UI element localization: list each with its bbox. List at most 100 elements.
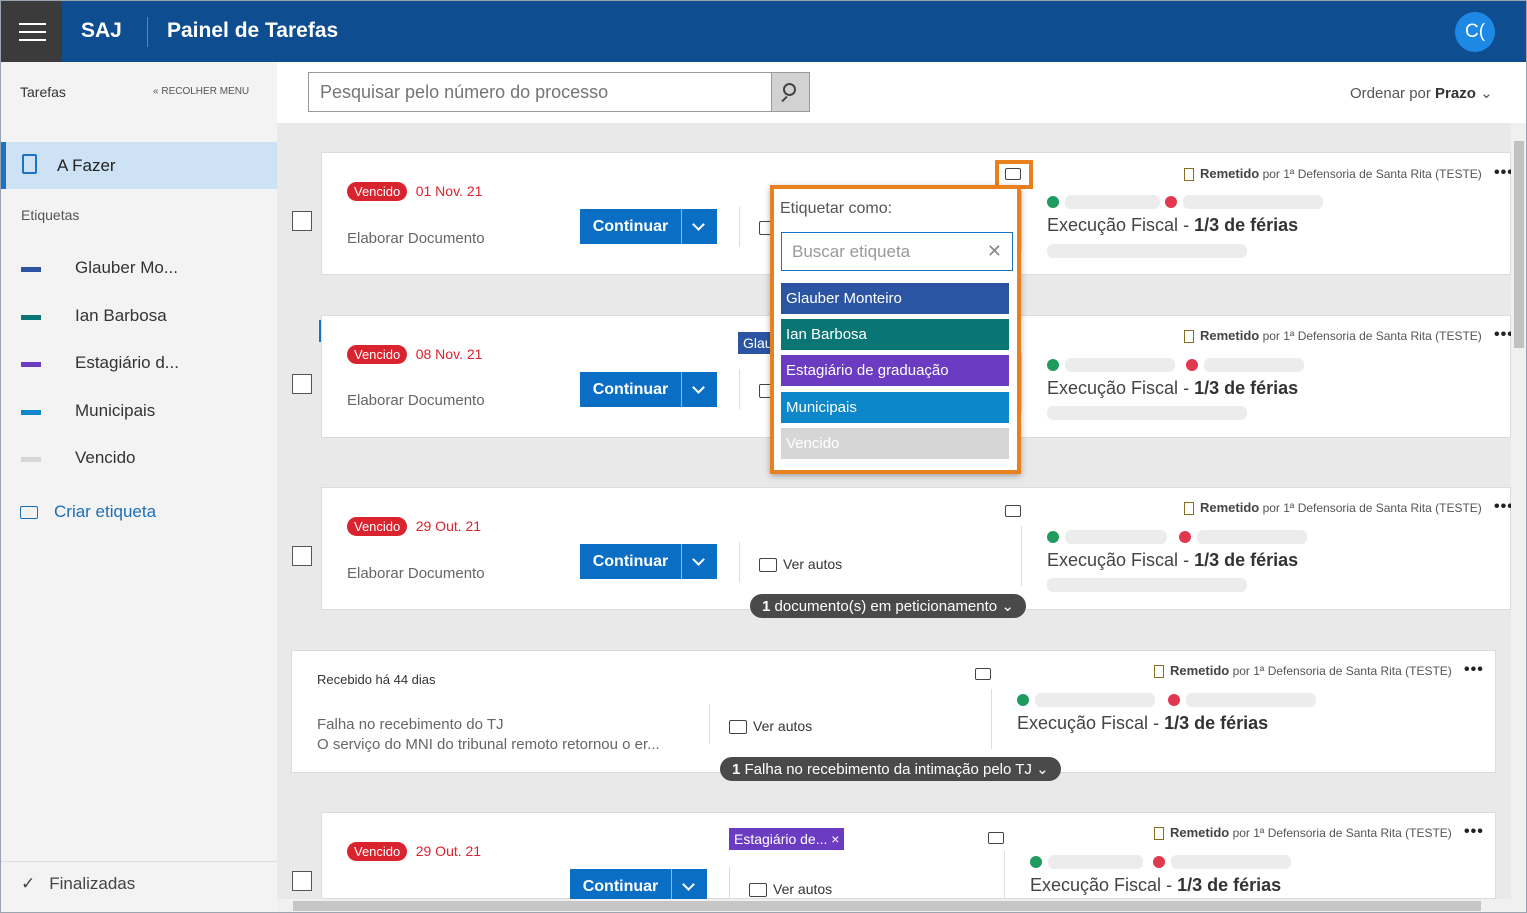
- remove-icon[interactable]: [1165, 196, 1177, 208]
- continue-button[interactable]: Continuar: [580, 209, 681, 244]
- continue-dropdown-button[interactable]: [671, 869, 707, 899]
- add-tag-icon[interactable]: [1005, 505, 1021, 517]
- chevron-down-icon: ⌄: [1480, 85, 1493, 102]
- horizontal-scrollbar[interactable]: [277, 899, 1526, 912]
- add-icon[interactable]: [1047, 359, 1059, 371]
- task-action: Elaborar Documento: [347, 392, 485, 409]
- more-options-icon[interactable]: •••: [1464, 661, 1484, 679]
- redacted-field: [1186, 693, 1316, 707]
- remetido-info: Remetido por 1ª Defensoria de Santa Rita…: [1154, 825, 1452, 841]
- task-checkbox[interactable]: [292, 871, 312, 891]
- failure-title: Falha no recebimento do TJ: [317, 716, 504, 733]
- create-tag-button[interactable]: Criar etiqueta: [20, 502, 156, 522]
- process-class: Execução Fiscal - 1/3 de férias: [1047, 378, 1299, 398]
- sidebar-tag-ian[interactable]: Ian Barbosa: [1, 297, 277, 337]
- peticionamento-pill[interactable]: 1 documento(s) em peticionamento ⌄: [750, 594, 1026, 618]
- add-icon[interactable]: [1030, 856, 1042, 868]
- remetido-info: Remetido por 1ª Defensoria de Santa Rita…: [1184, 166, 1482, 182]
- sidebar-divider: [1, 861, 277, 862]
- process-class: Execução Fiscal - 1/3 de férias: [1030, 875, 1282, 895]
- tag-option-municipais[interactable]: Municipais: [781, 392, 1009, 423]
- continue-dropdown-button[interactable]: [681, 209, 717, 244]
- redacted-field: [1047, 406, 1247, 420]
- sidebar-tag-municipais[interactable]: Municipais: [1, 392, 277, 432]
- add-tag-icon[interactable]: [988, 832, 1004, 844]
- tag-option-vencido[interactable]: Vencido: [781, 428, 1009, 459]
- app-brand[interactable]: SAJ: [81, 19, 122, 43]
- search-input[interactable]: [308, 72, 772, 112]
- tag-option-estagiario[interactable]: Estagiário de graduação: [781, 355, 1009, 386]
- avatar[interactable]: C(: [1455, 12, 1495, 52]
- sidebar-tag-vencido[interactable]: Vencido: [1, 439, 277, 479]
- folder-icon: [759, 557, 777, 572]
- status-badge: Vencido: [347, 182, 408, 201]
- add-tag-icon: [1005, 168, 1021, 180]
- task-checkbox[interactable]: [292, 546, 312, 566]
- received-label: Recebido há 44 dias: [317, 672, 436, 687]
- continue-button[interactable]: Continuar: [580, 544, 681, 579]
- close-icon[interactable]: ×: [831, 831, 839, 847]
- divider: [739, 542, 740, 582]
- continue-dropdown-button[interactable]: [681, 372, 717, 407]
- remove-icon[interactable]: [1153, 856, 1165, 868]
- remetido-info: Remetido por 1ª Defensoria de Santa Rita…: [1184, 328, 1482, 344]
- continue-button[interactable]: Continuar: [580, 372, 681, 407]
- intimacao-failure-pill[interactable]: 1 Falha no recebimento da intimação pelo…: [720, 757, 1061, 781]
- tag-chip[interactable]: Glau: [738, 332, 774, 354]
- due-date: 08 Nov. 21: [415, 346, 483, 362]
- collapse-menu-button[interactable]: « RECOLHER MENU: [153, 86, 249, 97]
- chevron-down-icon: [692, 381, 705, 394]
- tags-section-title: Etiquetas: [21, 207, 80, 223]
- document-icon: [1184, 502, 1194, 516]
- search-icon: [783, 83, 796, 96]
- continue-button[interactable]: Continuar: [570, 869, 671, 899]
- process-class: Execução Fiscal - 1/3 de férias: [1047, 215, 1299, 235]
- redacted-field: [1047, 578, 1247, 592]
- add-icon[interactable]: [1047, 531, 1059, 543]
- tag-option-glauber[interactable]: Glauber Monteiro: [781, 283, 1009, 314]
- due-date: 01 Nov. 21: [415, 183, 483, 199]
- sidebar-tag-glauber[interactable]: Glauber Mo...: [1, 249, 277, 289]
- clear-icon[interactable]: ✕: [987, 241, 1002, 262]
- chevron-down-icon: ⌄: [1001, 598, 1014, 615]
- sidebar-item-a-fazer[interactable]: A Fazer: [1, 142, 277, 189]
- sidebar: [1, 62, 277, 912]
- tag-search-input[interactable]: Buscar etiqueta ✕: [781, 232, 1013, 271]
- continue-dropdown-button[interactable]: [681, 544, 717, 579]
- tag-color-bar: [21, 362, 41, 367]
- view-records-link[interactable]: Ver autos: [749, 881, 832, 899]
- document-icon: [1184, 168, 1194, 182]
- search-button[interactable]: [771, 72, 810, 112]
- header-divider: [147, 17, 148, 47]
- process-class: Execução Fiscal - 1/3 de férias: [1047, 550, 1299, 570]
- sidebar-tag-estagiario[interactable]: Estagiário d...: [1, 344, 277, 384]
- popover-title: Etiquetar como:: [780, 200, 893, 217]
- more-options-icon[interactable]: •••: [1464, 823, 1484, 841]
- tag-chip[interactable]: Estagiário de... ×: [729, 828, 845, 850]
- remove-icon[interactable]: [1186, 359, 1198, 371]
- due-date: 29 Out. 21: [415, 518, 482, 534]
- remove-icon[interactable]: [1179, 531, 1191, 543]
- remove-icon[interactable]: [1168, 694, 1180, 706]
- due-date: 29 Out. 21: [415, 843, 482, 859]
- hamburger-menu-icon[interactable]: [1, 1, 62, 62]
- document-icon: [1154, 665, 1164, 679]
- task-checkbox[interactable]: [292, 211, 312, 231]
- task-checkbox[interactable]: [292, 374, 312, 394]
- sidebar-item-finalizadas[interactable]: ✓ Finalizadas: [21, 874, 135, 894]
- view-records-link[interactable]: Ver autos: [759, 556, 842, 574]
- redacted-field: [1048, 855, 1143, 869]
- vertical-scrollbar[interactable]: [1511, 123, 1526, 899]
- redacted-field: [1204, 358, 1304, 372]
- redacted-field: [1065, 530, 1167, 544]
- folder-icon: [729, 719, 747, 734]
- sidebar-title: Tarefas: [20, 84, 66, 100]
- bookmark-icon: [22, 154, 37, 174]
- tag-option-ian[interactable]: Ian Barbosa: [781, 319, 1009, 350]
- add-tag-icon[interactable]: [975, 668, 991, 680]
- sort-dropdown[interactable]: Ordenar por Prazo ⌄: [1350, 84, 1493, 102]
- add-icon[interactable]: [1047, 196, 1059, 208]
- divider: [1021, 526, 1022, 586]
- add-icon[interactable]: [1017, 694, 1029, 706]
- view-records-link[interactable]: Ver autos: [729, 718, 812, 736]
